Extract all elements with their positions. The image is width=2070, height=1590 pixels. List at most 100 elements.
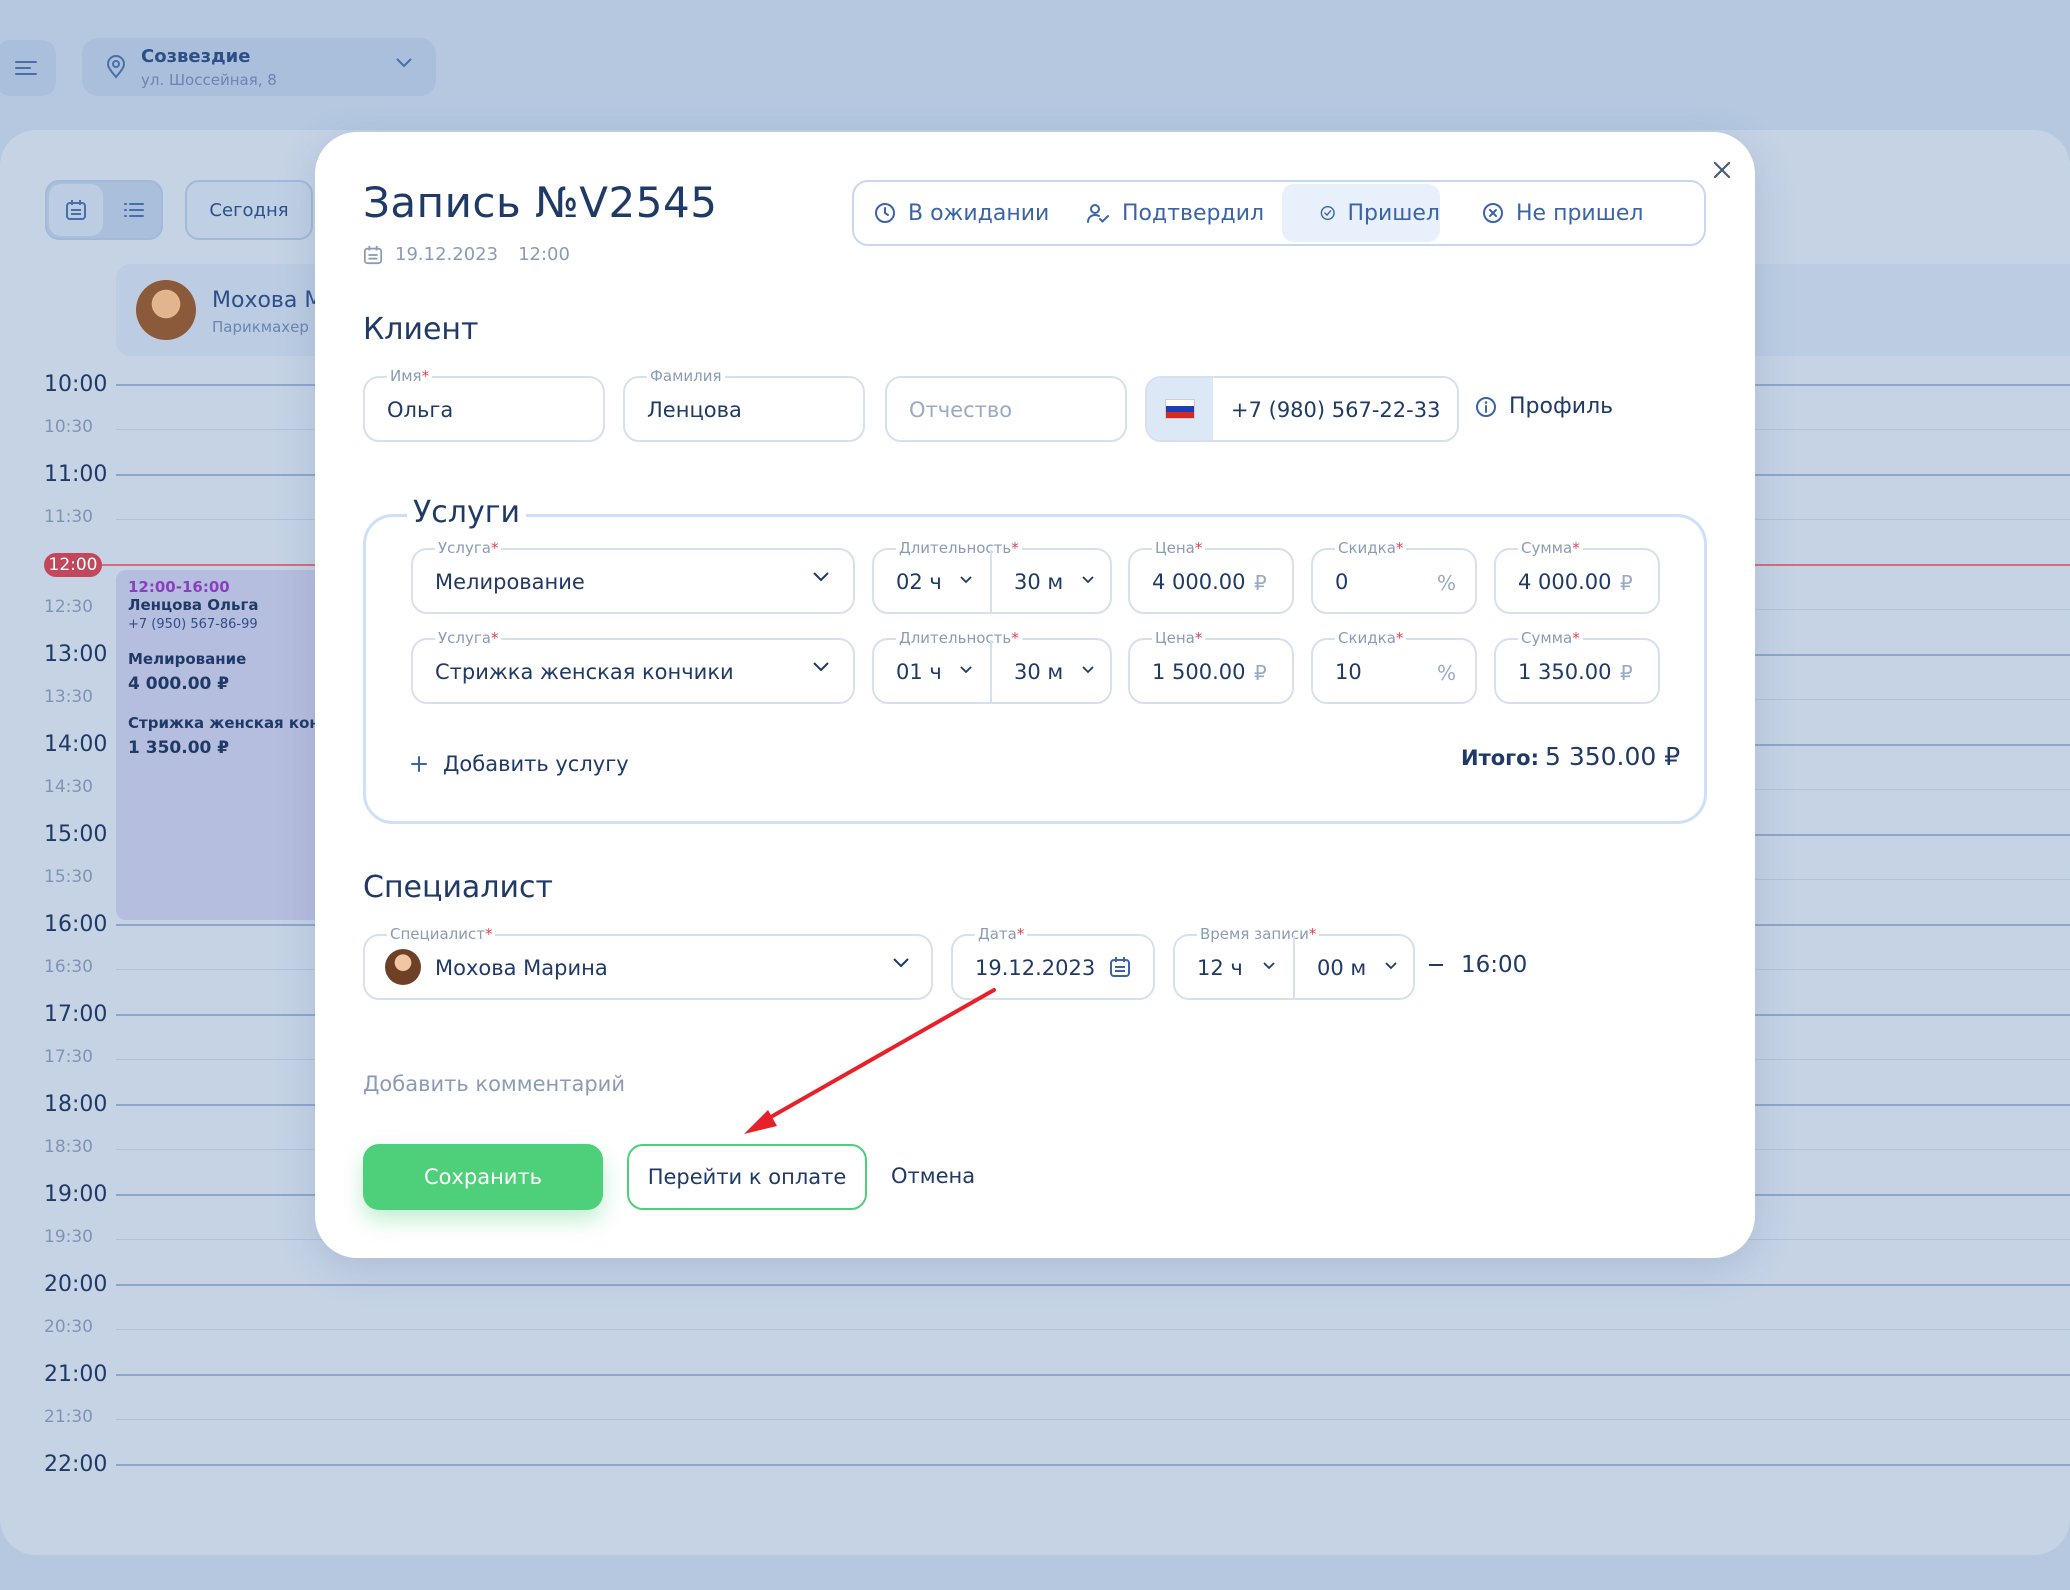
time-label: 19:30 bbox=[44, 1227, 93, 1247]
price-value: 4 000.00 bbox=[1152, 570, 1246, 594]
time-hours[interactable]: 12 ч bbox=[1197, 956, 1243, 980]
time-label: 20:00 bbox=[44, 1272, 108, 1297]
total-label: Итого: bbox=[1461, 746, 1539, 770]
appointment-card[interactable]: 12:00-16:00 Ленцова Ольга +7 (950) 567-8… bbox=[116, 570, 331, 920]
field-label: Цена* bbox=[1152, 629, 1206, 647]
sum-value: 1 350.00 bbox=[1518, 660, 1612, 684]
user-check-icon bbox=[1087, 204, 1109, 223]
sum-field[interactable]: Сумма* 4 000.00 ₽ bbox=[1494, 539, 1660, 614]
chevron-down-icon bbox=[1082, 576, 1094, 584]
status-not-arrived[interactable]: Не пришел bbox=[1464, 184, 1704, 242]
time-label: 13:30 bbox=[44, 687, 93, 707]
field-label: Длительность* bbox=[896, 539, 1022, 557]
field-label: Сумма* bbox=[1518, 539, 1583, 557]
time-label: 16:00 bbox=[44, 912, 108, 937]
specialist-select[interactable]: Специалист* Мохова Марина bbox=[363, 925, 933, 1000]
profile-link[interactable]: Профиль bbox=[1475, 394, 1613, 419]
field-label: Специалист* bbox=[387, 925, 496, 943]
chevron-down-icon bbox=[396, 58, 412, 68]
sum-field[interactable]: Сумма* 1 350.00 ₽ bbox=[1494, 629, 1660, 704]
service-select[interactable]: Услуга* Мелирование bbox=[411, 539, 855, 614]
percent-symbol: % bbox=[1437, 661, 1457, 685]
last-name-value: Ленцова bbox=[647, 398, 742, 422]
status-confirmed[interactable]: Подтвердил bbox=[1068, 184, 1276, 242]
chevron-down-icon bbox=[1082, 666, 1094, 674]
end-time: 16:00 bbox=[1429, 952, 1527, 978]
calendar-icon bbox=[66, 200, 86, 220]
calendar-icon bbox=[363, 245, 383, 264]
dash bbox=[1429, 964, 1443, 966]
status-arrived[interactable]: Пришел bbox=[1282, 184, 1440, 242]
appointment-price: 1 350.00 ₽ bbox=[128, 738, 230, 758]
russia-flag-icon bbox=[1165, 399, 1195, 419]
discount-field[interactable]: Скидка* 0 % bbox=[1311, 539, 1477, 614]
specialist-value: Мохова Марина bbox=[435, 956, 608, 980]
calendar-icon[interactable] bbox=[1109, 956, 1131, 978]
field-label: Скидка* bbox=[1335, 629, 1407, 647]
field-label: Цена* bbox=[1152, 539, 1206, 557]
last-name-field[interactable]: Фамилия Ленцова bbox=[623, 367, 865, 442]
divider bbox=[990, 640, 992, 702]
grid-line bbox=[116, 1284, 2070, 1286]
cancel-button[interactable]: Отмена bbox=[891, 1164, 975, 1188]
list-view-button[interactable] bbox=[107, 184, 161, 236]
date-field[interactable]: Дата* 19.12.2023 bbox=[951, 925, 1155, 1000]
sum-value: 4 000.00 bbox=[1518, 570, 1612, 594]
first-name-field[interactable]: Имя* Ольга bbox=[363, 367, 605, 442]
service-select[interactable]: Услуга* Стрижка женская кончики bbox=[411, 629, 855, 704]
phone-value: +7 (980) 567-22-33 bbox=[1231, 398, 1441, 422]
today-button[interactable]: Сегодня bbox=[185, 180, 313, 240]
duration-hours[interactable]: 01 ч bbox=[896, 660, 942, 684]
phone-field[interactable]: +7 (980) 567-22-33 bbox=[1145, 376, 1459, 442]
add-service-button[interactable]: Добавить услугу bbox=[411, 752, 629, 776]
time-label: 19:00 bbox=[44, 1182, 108, 1207]
currency-symbol: ₽ bbox=[1254, 571, 1267, 595]
status-label: Пришел bbox=[1347, 200, 1440, 226]
grid-line bbox=[116, 1329, 2070, 1330]
specialist-heading: Специалист bbox=[363, 870, 553, 905]
appointment-client: Ленцова Ольга bbox=[128, 596, 259, 614]
price-field[interactable]: Цена* 1 500.00 ₽ bbox=[1128, 629, 1294, 704]
status-waiting[interactable]: В ожидании bbox=[856, 184, 1064, 242]
time-label: 12:30 bbox=[44, 597, 93, 617]
current-time-badge: 12:00 bbox=[44, 553, 102, 577]
price-value: 1 500.00 bbox=[1152, 660, 1246, 684]
status-label: Не пришел bbox=[1516, 200, 1644, 226]
pay-button[interactable]: Перейти к оплате bbox=[627, 1144, 867, 1210]
chevron-down-icon bbox=[813, 662, 829, 672]
save-button[interactable]: Сохранить bbox=[363, 1144, 603, 1210]
field-label: Скидка* bbox=[1335, 539, 1407, 557]
duration-hours[interactable]: 02 ч bbox=[896, 570, 942, 594]
time-label: 14:00 bbox=[44, 732, 108, 757]
discount-value: 0 bbox=[1335, 570, 1349, 594]
time-label: 21:30 bbox=[44, 1407, 93, 1427]
time-label: 21:00 bbox=[44, 1362, 108, 1387]
add-comment-link[interactable]: Добавить комментарий bbox=[363, 1072, 625, 1096]
duration-minutes[interactable]: 30 м bbox=[1014, 660, 1063, 684]
location-selector[interactable]: Созвездие ул. Шоссейная, 8 bbox=[82, 38, 436, 96]
status-label: В ожидании bbox=[908, 200, 1050, 226]
discount-field[interactable]: Скидка* 10 % bbox=[1311, 629, 1477, 704]
field-label: Длительность* bbox=[896, 629, 1022, 647]
menu-button[interactable] bbox=[0, 40, 56, 96]
close-icon[interactable] bbox=[1708, 156, 1736, 184]
patronymic-field[interactable]: Отчество bbox=[885, 376, 1127, 442]
service-value: Стрижка женская кончики bbox=[435, 660, 734, 684]
avatar bbox=[385, 949, 421, 985]
clock-icon bbox=[875, 203, 895, 223]
specialist-column-header-right bbox=[1754, 264, 2070, 356]
chevron-down-icon bbox=[960, 666, 972, 674]
divider bbox=[1293, 936, 1295, 998]
check-circle-icon bbox=[1320, 205, 1335, 221]
appointment-price: 4 000.00 ₽ bbox=[128, 674, 230, 694]
first-name-value: Ольга bbox=[387, 398, 454, 422]
time-minutes[interactable]: 00 м bbox=[1317, 956, 1366, 980]
calendar-view-button[interactable] bbox=[49, 184, 103, 236]
country-selector[interactable] bbox=[1147, 378, 1213, 440]
appointment-service: Мелирование bbox=[128, 650, 247, 668]
list-icon bbox=[124, 203, 144, 217]
duration-minutes[interactable]: 30 м bbox=[1014, 570, 1063, 594]
time-label: 17:00 bbox=[44, 1002, 108, 1027]
price-field[interactable]: Цена* 4 000.00 ₽ bbox=[1128, 539, 1294, 614]
chevron-down-icon bbox=[1385, 962, 1397, 970]
